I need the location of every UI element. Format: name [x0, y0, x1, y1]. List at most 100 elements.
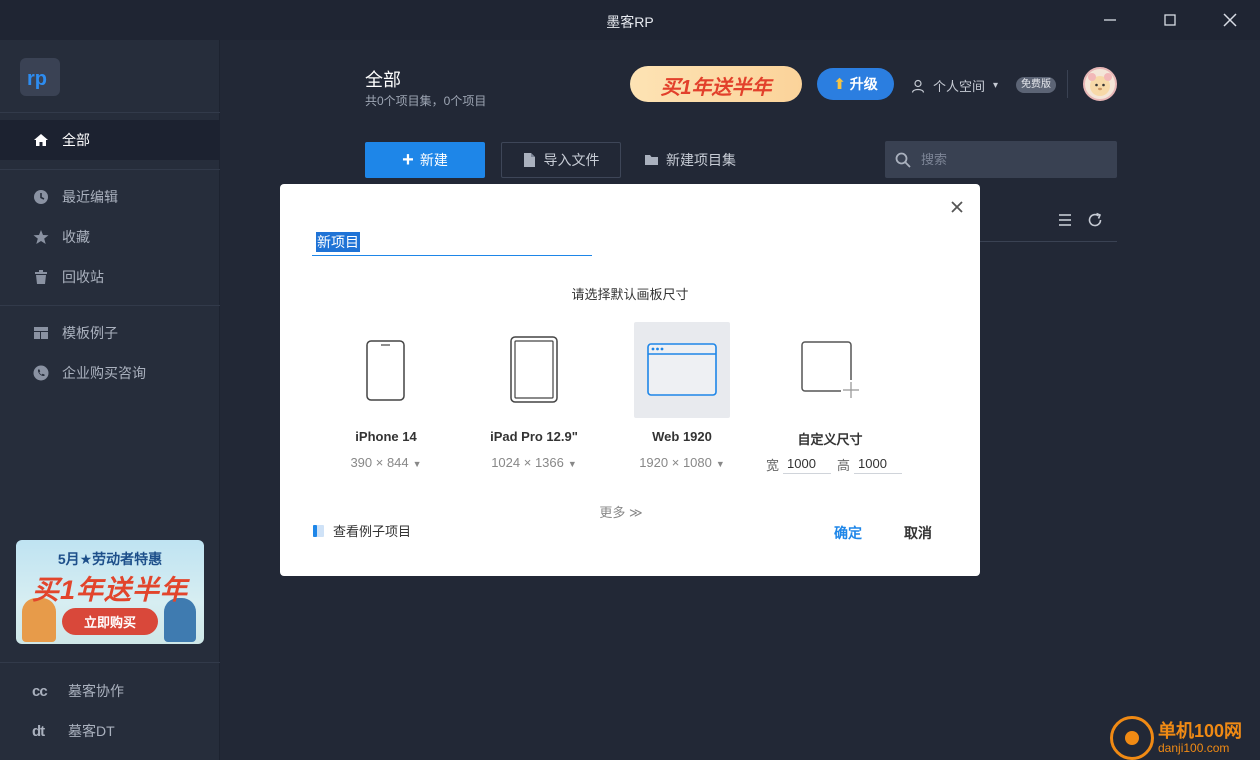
sidebar-item-label: 模板例子: [62, 325, 118, 341]
cc-logo-icon: cc: [32, 682, 48, 700]
page-subtitle: 共0个项目集，0个项目: [365, 94, 487, 108]
size-card-iphone[interactable]: iPhone 14 390 × 844 ▼: [338, 322, 434, 470]
divider: [0, 305, 220, 306]
close-window-button[interactable]: [1218, 8, 1242, 32]
card-size-dropdown[interactable]: 1920 × 1080 ▼: [604, 455, 760, 470]
arrow-up-icon: ⬆: [833, 76, 846, 93]
divider: [0, 112, 220, 113]
app-logo-icon: rp: [20, 58, 60, 96]
sidebar-item-collab[interactable]: cc 墓客协作: [0, 671, 220, 711]
custom-dimensions: 宽 1000 高 1000: [766, 454, 908, 474]
promo-subtitle: 5月★劳动者特惠: [57, 551, 163, 567]
project-name-value: 新项目: [316, 232, 360, 252]
maximize-button[interactable]: [1158, 8, 1182, 32]
sidebar-item-dt[interactable]: dt 墓客DT: [0, 711, 220, 751]
width-label: 宽: [766, 457, 780, 473]
search-box[interactable]: [885, 141, 1117, 178]
folder-icon: [645, 155, 658, 165]
close-icon: [951, 201, 963, 213]
watermark-url: danji100.com: [1158, 741, 1230, 755]
more-sizes-link[interactable]: 更多 ≫: [280, 502, 962, 521]
new-set-label: 新建项目集: [666, 152, 736, 168]
plan-badge: 免费版: [1016, 77, 1056, 93]
upgrade-label: 升级: [849, 76, 878, 92]
view-examples-link[interactable]: 查看例子项目: [312, 521, 411, 540]
custom-size-icon: [801, 341, 861, 400]
promo-header-banner[interactable]: 买1年送半年: [630, 66, 802, 102]
dt-logo-icon: dt: [32, 722, 45, 740]
card-name: iPhone 14: [355, 429, 417, 444]
import-label: 导入文件: [543, 152, 600, 168]
confirm-button[interactable]: 确定: [834, 523, 862, 543]
trash-icon: [32, 268, 50, 286]
card-name: Web 1920: [652, 429, 712, 444]
watermark-logo-icon: [1110, 716, 1154, 760]
divider: [1067, 70, 1068, 98]
personal-space-dropdown[interactable]: 个人空间 ▾: [911, 76, 998, 95]
chevron-down-icon: ▾: [993, 80, 999, 91]
size-card-custom[interactable]: 自定义尺寸: [782, 322, 878, 447]
cancel-button[interactable]: 取消: [904, 523, 932, 543]
refresh-icon[interactable]: [1087, 212, 1103, 228]
divider: [0, 662, 220, 663]
import-file-button[interactable]: 导入文件: [501, 142, 621, 178]
width-input[interactable]: 1000: [783, 454, 832, 474]
promo-banner[interactable]: 5月★劳动者特惠 买1年送半年 立即购买: [16, 540, 204, 644]
plus-icon: +: [402, 149, 414, 171]
sidebar-item-all[interactable]: 全部: [0, 120, 220, 160]
sidebar-item-trash[interactable]: 回收站: [0, 257, 220, 297]
card-size-dropdown[interactable]: 1024 × 1366 ▼: [456, 455, 612, 470]
home-icon: [32, 131, 50, 149]
avatar[interactable]: [1083, 67, 1117, 101]
divider: [979, 241, 1117, 242]
sidebar-item-label: 收藏: [62, 229, 90, 245]
svg-text:rp: rp: [27, 68, 47, 90]
watermark-name: 单机100网: [1158, 721, 1243, 741]
card-size-dropdown[interactable]: 390 × 844 ▼: [308, 455, 464, 470]
dialog-close-button[interactable]: [948, 198, 966, 216]
star-icon: [32, 228, 50, 246]
sidebar-item-label: 全部: [62, 132, 90, 148]
height-label: 高: [837, 457, 851, 473]
template-icon: [32, 324, 50, 342]
banner-text: 买1年送半年: [660, 77, 772, 99]
sidebar-item-label: 回收站: [62, 269, 104, 285]
sidebar-item-recent[interactable]: 最近编辑: [0, 177, 220, 217]
search-input[interactable]: [921, 152, 1101, 167]
phone-device-icon: [366, 340, 405, 401]
upgrade-button[interactable]: ⬆ 升级: [817, 68, 894, 100]
book-icon: [313, 524, 324, 537]
page-title: 全部: [365, 70, 401, 90]
minimize-button[interactable]: [1098, 8, 1122, 32]
sidebar-item-templates[interactable]: 模板例子: [0, 313, 220, 353]
sidebar-item-favorites[interactable]: 收藏: [0, 217, 220, 257]
chevron-down-icon: ▼: [715, 459, 725, 469]
chevron-down-icon: ▼: [567, 459, 577, 469]
sidebar-item-label: 企业购买咨询: [62, 365, 146, 381]
height-input[interactable]: 1000: [854, 454, 903, 474]
user-icon: [911, 79, 925, 93]
sidebar-item-label: 最近编辑: [62, 189, 118, 205]
browser-window-icon: [647, 343, 717, 396]
title-bar: 墨客RP: [0, 0, 1260, 40]
buy-now-button[interactable]: 立即购买: [62, 608, 158, 635]
example-label: 查看例子项目: [333, 524, 412, 539]
chevron-down-icon: ▼: [412, 459, 422, 469]
tablet-device-icon: [510, 336, 558, 403]
divider: [0, 169, 220, 170]
search-icon: [895, 152, 911, 168]
clock-icon: [32, 188, 50, 206]
size-card-ipad[interactable]: iPad Pro 12.9" 1024 × 1366 ▼: [486, 322, 582, 470]
size-card-web[interactable]: Web 1920 1920 × 1080 ▼: [634, 322, 730, 470]
card-name: iPad Pro 12.9": [490, 429, 578, 444]
new-project-button[interactable]: + 新建: [365, 142, 485, 178]
project-name-field[interactable]: 新项目: [312, 228, 592, 256]
space-label: 个人空间: [933, 79, 986, 94]
sidebar-item-enterprise[interactable]: 企业购买咨询: [0, 353, 220, 393]
phone-icon: [32, 364, 50, 382]
site-watermark: 单机100网 danji100.com: [1110, 716, 1242, 760]
list-view-icon[interactable]: [1057, 212, 1073, 228]
new-project-dialog: 新项目 请选择默认画板尺寸 iPhone 14 390 × 844 ▼ iPad …: [280, 184, 980, 576]
new-project-set-button[interactable]: 新建项目集: [645, 142, 736, 178]
sidebar: rp 全部 最近编辑 收藏 回收站 模板例子 企业购买咨询 5月★劳动者特惠 买…: [0, 40, 220, 760]
